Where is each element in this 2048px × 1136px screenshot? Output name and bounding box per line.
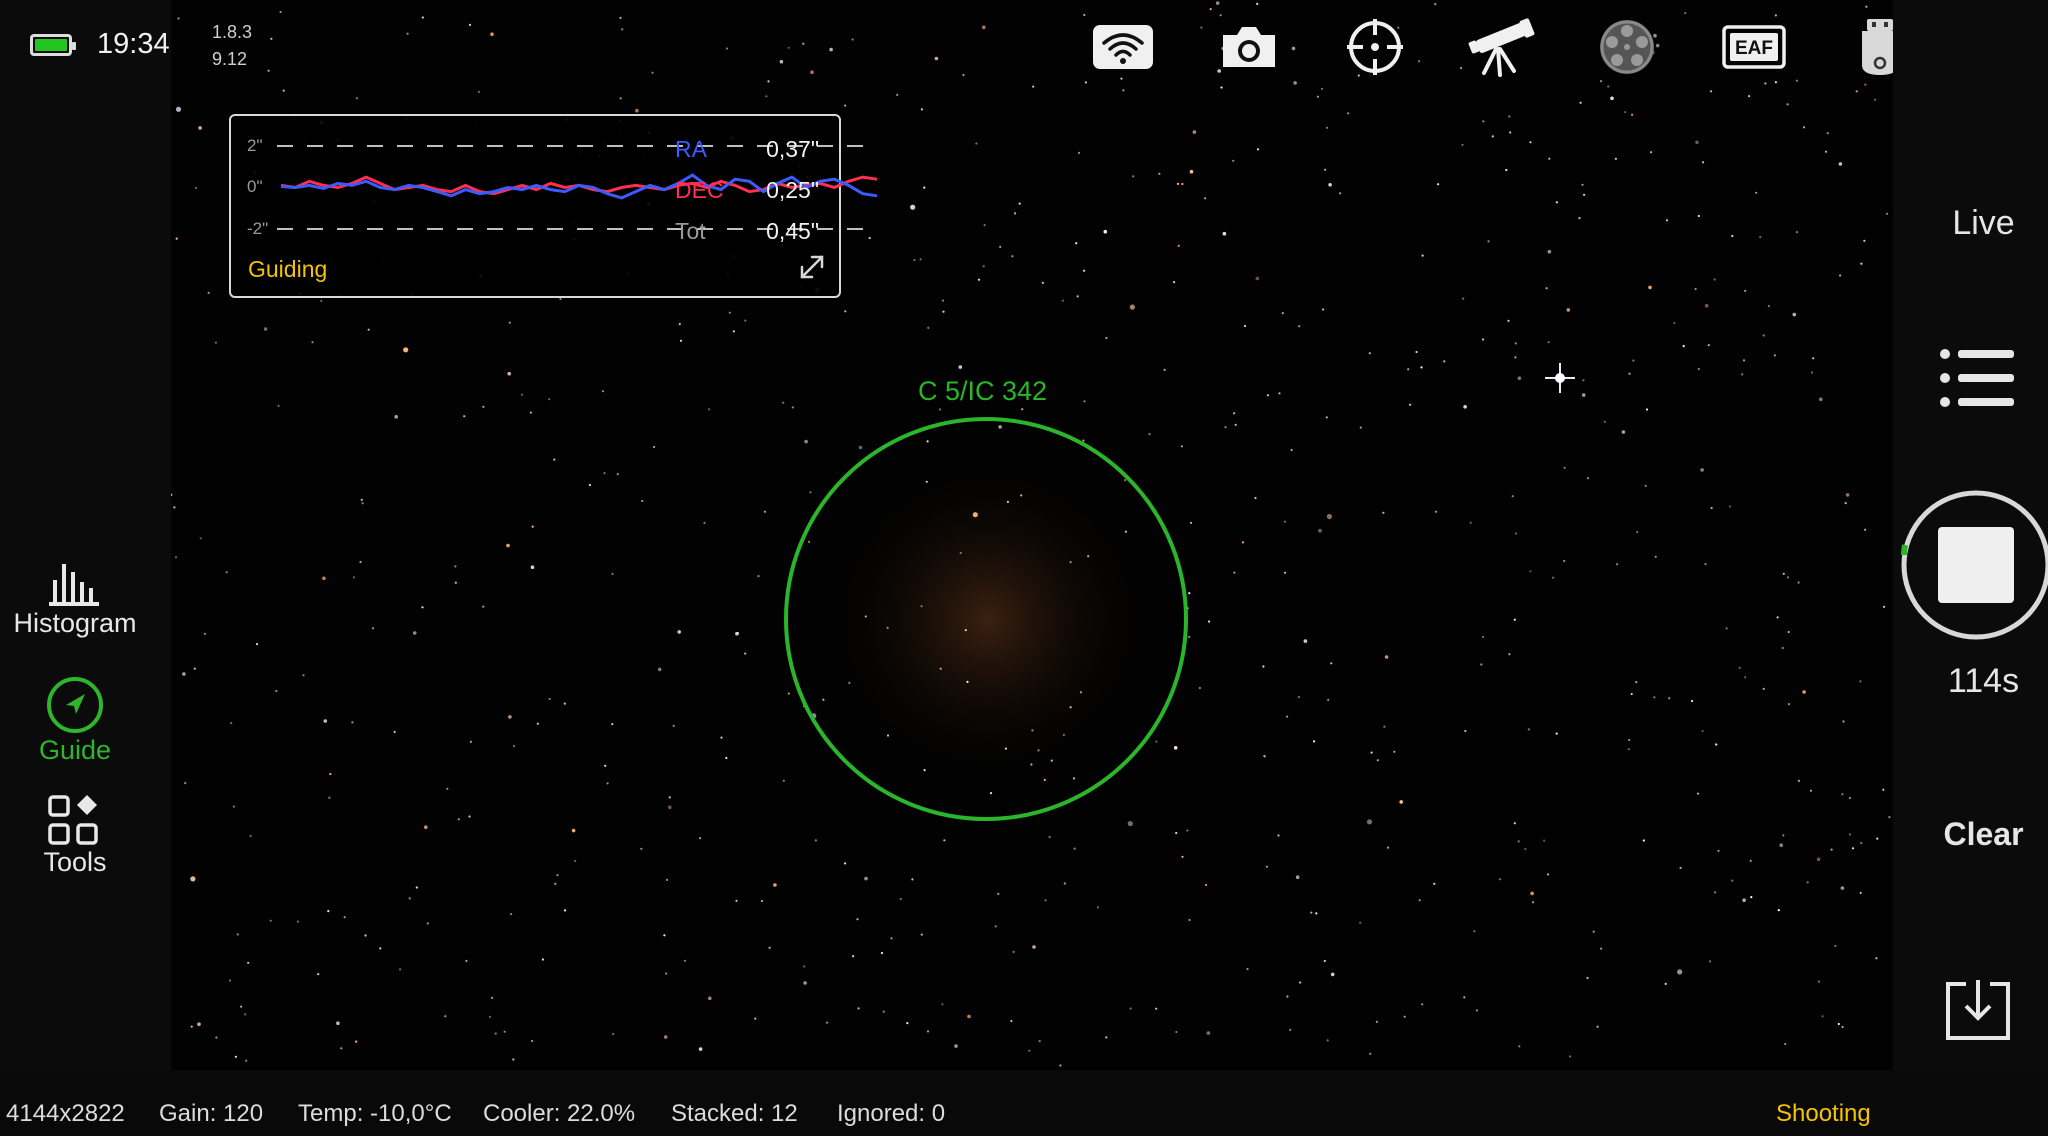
clear-button[interactable]: Clear xyxy=(1906,816,2048,853)
live-button[interactable]: Live xyxy=(1906,204,2048,243)
eaf-label: EAF xyxy=(1735,38,1773,59)
ignored-count: Ignored: 0 xyxy=(837,1100,946,1127)
histogram-label: Histogram xyxy=(13,608,137,638)
focus-button[interactable] xyxy=(1340,12,1410,82)
tot-value: 0,45" xyxy=(766,218,819,244)
dec-label: DEC xyxy=(675,177,724,203)
target-label: C 5/IC 342 xyxy=(918,376,1048,406)
cooler-power: Cooler: 22.0% xyxy=(483,1100,636,1127)
tools-grid-icon xyxy=(48,795,98,845)
focus-target-icon xyxy=(1347,19,1403,75)
histogram-button[interactable]: Histogram xyxy=(0,560,150,639)
filter-wheel-button[interactable] xyxy=(1592,12,1662,82)
dec-value: 0,25" xyxy=(766,177,819,203)
eaf-button[interactable]: EAF xyxy=(1719,12,1789,82)
target-circle[interactable] xyxy=(780,413,1192,825)
expand-icon[interactable] xyxy=(798,253,826,281)
stop-icon xyxy=(1938,527,2014,603)
guide-compass-icon xyxy=(47,677,103,733)
stacked-count: Stacked: 12 xyxy=(671,1100,798,1127)
sensor-temp: Temp: -10,0°C xyxy=(298,1100,452,1127)
y-label-bottom: -2" xyxy=(247,219,269,238)
guide-button[interactable]: Guide xyxy=(0,675,150,766)
ra-label: RA xyxy=(675,136,707,162)
eaf-icon: EAF xyxy=(1722,25,1786,69)
tools-label: Tools xyxy=(43,847,107,877)
exposure-countdown: 114s xyxy=(1947,662,2020,700)
clock: 19:34 xyxy=(97,28,170,60)
tot-label: Tot xyxy=(675,218,706,244)
menu-list-icon[interactable] xyxy=(1938,346,2016,410)
battery-icon xyxy=(30,34,76,56)
guide-graph-panel[interactable]: 2" 0" -2" RA 0,37" DEC 0,25" Tot 0,45" G… xyxy=(229,114,878,298)
shooting-status: Shooting xyxy=(1776,1100,1871,1127)
camera-button[interactable] xyxy=(1214,12,1284,82)
left-panel xyxy=(0,0,171,1070)
tools-button[interactable]: Tools xyxy=(0,793,150,878)
gain: Gain: 120 xyxy=(159,1100,264,1127)
download-icon[interactable] xyxy=(1944,978,2012,1042)
wifi-icon xyxy=(1093,25,1153,69)
firmware-version: 9.12 xyxy=(212,49,248,69)
telescope-icon xyxy=(1468,18,1535,77)
stop-capture-button[interactable] xyxy=(1896,485,2048,645)
histogram-icon xyxy=(49,564,99,606)
y-label-zero: 0" xyxy=(247,177,263,196)
wifi-button[interactable] xyxy=(1088,12,1158,82)
y-label-top: 2" xyxy=(247,136,263,155)
app-version: 1.8.3 xyxy=(212,22,253,42)
resolution: 4144x2822 xyxy=(6,1100,125,1127)
filter-wheel-icon xyxy=(1600,20,1654,74)
guide-status: Guiding xyxy=(248,256,328,282)
camera-icon xyxy=(1223,27,1275,67)
guide-label: Guide xyxy=(38,735,112,765)
mount-button[interactable] xyxy=(1466,12,1536,82)
ra-value: 0,37" xyxy=(766,136,819,162)
